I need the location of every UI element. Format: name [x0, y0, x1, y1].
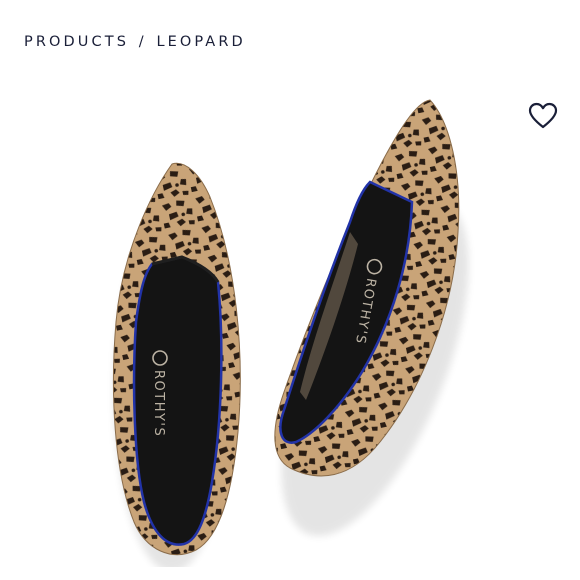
breadcrumb: PRODUCTS / LEOPARD — [24, 33, 246, 51]
breadcrumb-products-link[interactable]: PRODUCTS — [24, 34, 129, 50]
breadcrumb-separator: / — [138, 34, 147, 50]
favorite-heart-icon[interactable] — [528, 101, 558, 131]
left-shoe: ROTHY'S — [112, 162, 241, 556]
brand-imprint-left: ROTHY'S — [151, 370, 166, 437]
right-shoe: ROTHY'S — [274, 99, 460, 477]
product-image: ROTHY'S ROTHY'S — [100, 92, 480, 567]
breadcrumb-current: LEOPARD — [156, 34, 246, 50]
